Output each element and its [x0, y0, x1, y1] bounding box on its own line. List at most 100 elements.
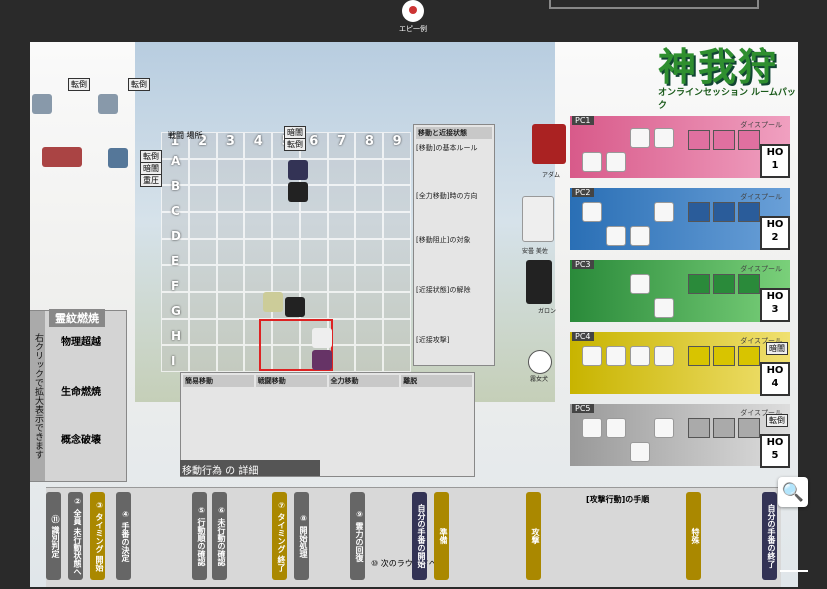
pegasus-token[interactable] [42, 147, 82, 167]
pc-portrait[interactable] [526, 260, 552, 304]
die[interactable] [606, 418, 626, 438]
die[interactable] [630, 274, 650, 294]
grid-cell[interactable] [299, 238, 328, 266]
left-rule-panel[interactable]: 右クリックで拡大表示できます 霊紋燃焼 物理超越 生命燃焼 概念破壊 [30, 309, 127, 482]
grid-cell[interactable] [188, 158, 217, 186]
grid-cell[interactable] [355, 318, 384, 346]
die[interactable] [654, 128, 674, 148]
die[interactable] [654, 202, 674, 222]
grid-cell[interactable] [244, 265, 273, 292]
ho-card[interactable]: HO 3 [760, 288, 790, 322]
grid-cell[interactable] [383, 238, 411, 266]
grid-cell[interactable] [383, 345, 411, 372]
ho-card[interactable]: HO 4 [760, 362, 790, 396]
grid-cell[interactable] [383, 211, 411, 239]
pc-row-2[interactable]: PC2 ダイスプール HO 2 [570, 188, 790, 250]
pool-slot[interactable] [738, 130, 760, 150]
pool-slot[interactable] [713, 202, 735, 222]
pool-slot[interactable] [688, 202, 710, 222]
grid-cell[interactable] [188, 238, 217, 266]
grid-cell[interactable] [327, 238, 356, 266]
marker-token[interactable] [98, 94, 118, 114]
ho-card[interactable]: HO 1 [760, 144, 790, 178]
grid-cell[interactable] [355, 238, 384, 266]
status-tag[interactable]: 転倒 [68, 78, 90, 91]
status-tag[interactable]: 転倒 [284, 138, 306, 151]
turn-flow-panel[interactable]: ⑪ 識別判定 ② 全員 未行動状態へ ③ タイミング 開始 ④ 手番の決定 ⑤ … [46, 487, 781, 587]
grid-cell[interactable] [244, 211, 273, 239]
die[interactable] [606, 226, 626, 246]
grid-cell[interactable] [355, 211, 384, 239]
pool-slot[interactable] [713, 274, 735, 294]
grid-cell[interactable] [216, 345, 245, 372]
character-token[interactable] [285, 297, 305, 317]
grid-cell[interactable] [244, 238, 273, 266]
grid-cell[interactable] [188, 211, 217, 239]
grid-cell[interactable] [188, 318, 217, 346]
grid-cell[interactable] [327, 211, 356, 239]
grid-cell[interactable] [188, 265, 217, 292]
die[interactable] [630, 346, 650, 366]
pool-slot[interactable] [738, 418, 760, 438]
rule-panel-move[interactable]: 移動と近接状態 [移動]の基本ルール [全力移動]時の方向 [移動阻止]の対象 … [413, 124, 495, 366]
grid-cell[interactable] [383, 265, 411, 292]
pool-slot[interactable] [738, 274, 760, 294]
grid-cell[interactable] [327, 185, 356, 212]
die[interactable] [606, 346, 626, 366]
grid-cell[interactable] [244, 158, 273, 186]
zoom-in-icon[interactable]: 🔍 [778, 477, 808, 507]
die[interactable] [630, 128, 650, 148]
grid-cell[interactable] [272, 211, 300, 239]
status-tag[interactable]: 暗闇 [766, 342, 788, 355]
grid-cell[interactable] [355, 291, 384, 319]
die[interactable] [630, 226, 650, 246]
grid-cell[interactable] [216, 265, 245, 292]
pc-row-1[interactable]: PC1 ダイスプール HO 1 [570, 116, 790, 178]
pc-row-3[interactable]: PC3 ダイスプール HO 3 [570, 260, 790, 322]
pool-slot[interactable] [688, 418, 710, 438]
die[interactable] [630, 442, 650, 462]
speaker-indicator[interactable]: エピ一例 [396, 0, 430, 36]
grid-cell[interactable] [272, 265, 300, 292]
grid-cell[interactable] [355, 345, 384, 372]
status-tag[interactable]: 転倒 [128, 78, 150, 91]
grid-cell[interactable] [244, 185, 273, 212]
ghost-token[interactable] [312, 328, 332, 348]
grid-cell[interactable] [299, 265, 328, 292]
grid-cell[interactable] [355, 158, 384, 186]
game-board[interactable]: 神我狩 オンラインセッション ルームパック 1 2 3 4 5 6 7 8 9 … [30, 42, 798, 587]
grid-cell[interactable] [327, 265, 356, 292]
pool-slot[interactable] [738, 346, 760, 366]
grid-cell[interactable] [188, 345, 217, 372]
grid-cell[interactable] [327, 158, 356, 186]
light-token[interactable] [263, 292, 283, 312]
marker-token[interactable] [32, 94, 52, 114]
grid-cell[interactable] [216, 238, 245, 266]
grid-cell[interactable] [299, 211, 328, 239]
grid-cell[interactable] [355, 185, 384, 212]
pc-row-5[interactable]: PC5 ダイスプール HO 5 転倒 [570, 404, 790, 468]
moon-token[interactable] [288, 160, 308, 180]
pool-slot[interactable] [713, 346, 735, 366]
grid-cell[interactable] [383, 185, 411, 212]
character-token[interactable] [312, 350, 332, 370]
grid-cell[interactable] [327, 291, 356, 319]
grid-cell[interactable] [383, 291, 411, 319]
grid-cell[interactable] [216, 318, 245, 346]
pc-portrait[interactable] [528, 350, 552, 374]
status-tag[interactable]: 転倒 [766, 414, 788, 427]
pool-slot[interactable] [688, 130, 710, 150]
die[interactable] [606, 152, 626, 172]
grid-cell[interactable] [216, 211, 245, 239]
grid-cell[interactable] [216, 291, 245, 319]
die[interactable] [582, 346, 602, 366]
pool-slot[interactable] [713, 130, 735, 150]
grid-cell[interactable] [188, 291, 217, 319]
grid-cell[interactable] [355, 265, 384, 292]
ho-card[interactable]: HO 5 [760, 434, 790, 468]
pool-slot[interactable] [738, 202, 760, 222]
status-tag[interactable]: 重圧 [140, 174, 162, 187]
grid-cell[interactable] [216, 158, 245, 186]
die[interactable] [582, 152, 602, 172]
pool-slot[interactable] [688, 346, 710, 366]
